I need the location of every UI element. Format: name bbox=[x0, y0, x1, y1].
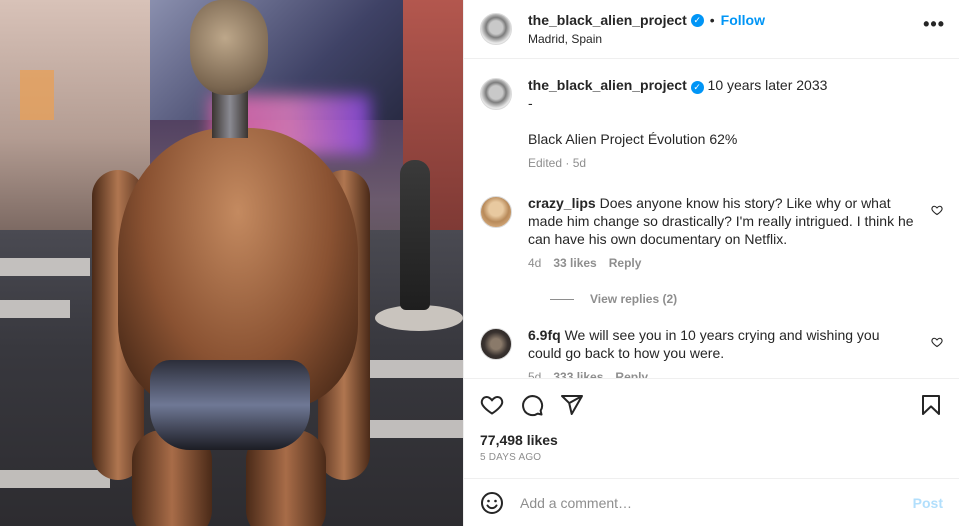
verified-badge-icon: ✓ bbox=[690, 13, 704, 27]
like-button[interactable] bbox=[480, 393, 504, 417]
comment-body: 6.9fq We will see you in 10 years crying… bbox=[528, 326, 943, 378]
view-replies-label: View replies (2) bbox=[590, 292, 678, 306]
caption-text: the_black_alien_project ✓ 10 years later… bbox=[528, 76, 915, 148]
comment-likes[interactable]: 33 likes bbox=[553, 256, 596, 270]
comments-list[interactable]: the_black_alien_project ✓ 10 years later… bbox=[464, 60, 959, 378]
caption-meta: Edited · 5d bbox=[528, 156, 915, 170]
username-link[interactable]: the_black_alien_project bbox=[528, 12, 687, 28]
post-image[interactable] bbox=[0, 0, 463, 526]
post-header: the_black_alien_project ✓ • Follow Madri… bbox=[464, 0, 959, 59]
comment-text: crazy_lips Does anyone know his story? L… bbox=[528, 194, 915, 248]
comment-composer: Post bbox=[464, 478, 959, 526]
view-replies-button[interactable]: View replies (2) bbox=[550, 292, 943, 306]
statue-neck bbox=[212, 88, 248, 138]
avatar[interactable] bbox=[480, 328, 512, 360]
edited-timestamp: Edited · 5d bbox=[528, 156, 587, 170]
comment-meta: 5d 333 likes Reply bbox=[528, 370, 915, 378]
caption: the_black_alien_project ✓ 10 years later… bbox=[480, 76, 943, 170]
background-figure bbox=[400, 160, 430, 310]
comment-username[interactable]: crazy_lips bbox=[528, 195, 596, 211]
post-viewer: the_black_alien_project ✓ • Follow Madri… bbox=[0, 0, 959, 526]
comment-meta: 4d 33 likes Reply bbox=[528, 256, 915, 270]
heart-icon[interactable] bbox=[931, 336, 943, 348]
post-header-text: the_black_alien_project ✓ • Follow Madri… bbox=[528, 12, 765, 46]
comment-icon bbox=[522, 394, 544, 416]
post-date[interactable]: 5 DAYS AGO bbox=[480, 452, 541, 463]
comment: crazy_lips Does anyone know his story? L… bbox=[480, 194, 943, 270]
avatar[interactable] bbox=[480, 13, 512, 45]
crosswalk-stripe bbox=[0, 258, 90, 276]
comment-content: We will see you in 10 years crying and w… bbox=[528, 327, 880, 361]
reply-button[interactable]: Reply bbox=[615, 370, 648, 378]
emoji-icon[interactable] bbox=[480, 491, 504, 515]
reply-button[interactable]: Reply bbox=[609, 256, 642, 270]
statue-pelvis bbox=[150, 360, 310, 450]
share-icon bbox=[561, 394, 583, 415]
avatar[interactable] bbox=[480, 196, 512, 228]
crosswalk-stripe bbox=[0, 300, 70, 318]
post-details-panel: the_black_alien_project ✓ • Follow Madri… bbox=[463, 0, 959, 526]
follow-button[interactable]: Follow bbox=[721, 12, 765, 28]
save-button[interactable] bbox=[919, 393, 943, 417]
more-options-icon[interactable]: ••• bbox=[923, 14, 945, 35]
caption-line: 10 years later 2033 bbox=[707, 77, 828, 93]
bookmark-icon bbox=[922, 394, 940, 415]
caption-body: the_black_alien_project ✓ 10 years later… bbox=[528, 76, 943, 170]
separator-dot: • bbox=[709, 12, 715, 28]
location-link[interactable]: Madrid, Spain bbox=[528, 32, 765, 46]
comment-input[interactable] bbox=[520, 494, 913, 511]
caption-username[interactable]: the_black_alien_project bbox=[528, 77, 687, 93]
replies-divider bbox=[550, 298, 574, 300]
verified-badge-icon: ✓ bbox=[690, 81, 704, 94]
comment: 6.9fq We will see you in 10 years crying… bbox=[480, 326, 943, 378]
comment-text: 6.9fq We will see you in 10 years crying… bbox=[528, 326, 915, 362]
action-bar bbox=[464, 378, 959, 430]
statue-head bbox=[190, 0, 268, 95]
caption-line: - bbox=[528, 95, 533, 111]
post-comment-button[interactable]: Post bbox=[913, 495, 943, 511]
comment-age[interactable]: 4d bbox=[528, 256, 541, 270]
comment-likes[interactable]: 333 likes bbox=[553, 370, 603, 378]
likes-count[interactable]: 77,498 likes bbox=[480, 432, 558, 448]
comment-button[interactable] bbox=[520, 393, 544, 417]
comment-username[interactable]: 6.9fq bbox=[528, 327, 561, 343]
crosswalk-stripe bbox=[0, 470, 110, 488]
comment-age[interactable]: 5d bbox=[528, 370, 541, 378]
heart-icon bbox=[480, 395, 504, 415]
caption-line: Black Alien Project Évolution 62% bbox=[528, 131, 738, 147]
avatar[interactable] bbox=[480, 78, 512, 110]
share-button[interactable] bbox=[560, 393, 584, 417]
post-header-row: the_black_alien_project ✓ • Follow bbox=[528, 12, 765, 28]
comment-body: crazy_lips Does anyone know his story? L… bbox=[528, 194, 943, 270]
heart-icon[interactable] bbox=[931, 204, 943, 216]
